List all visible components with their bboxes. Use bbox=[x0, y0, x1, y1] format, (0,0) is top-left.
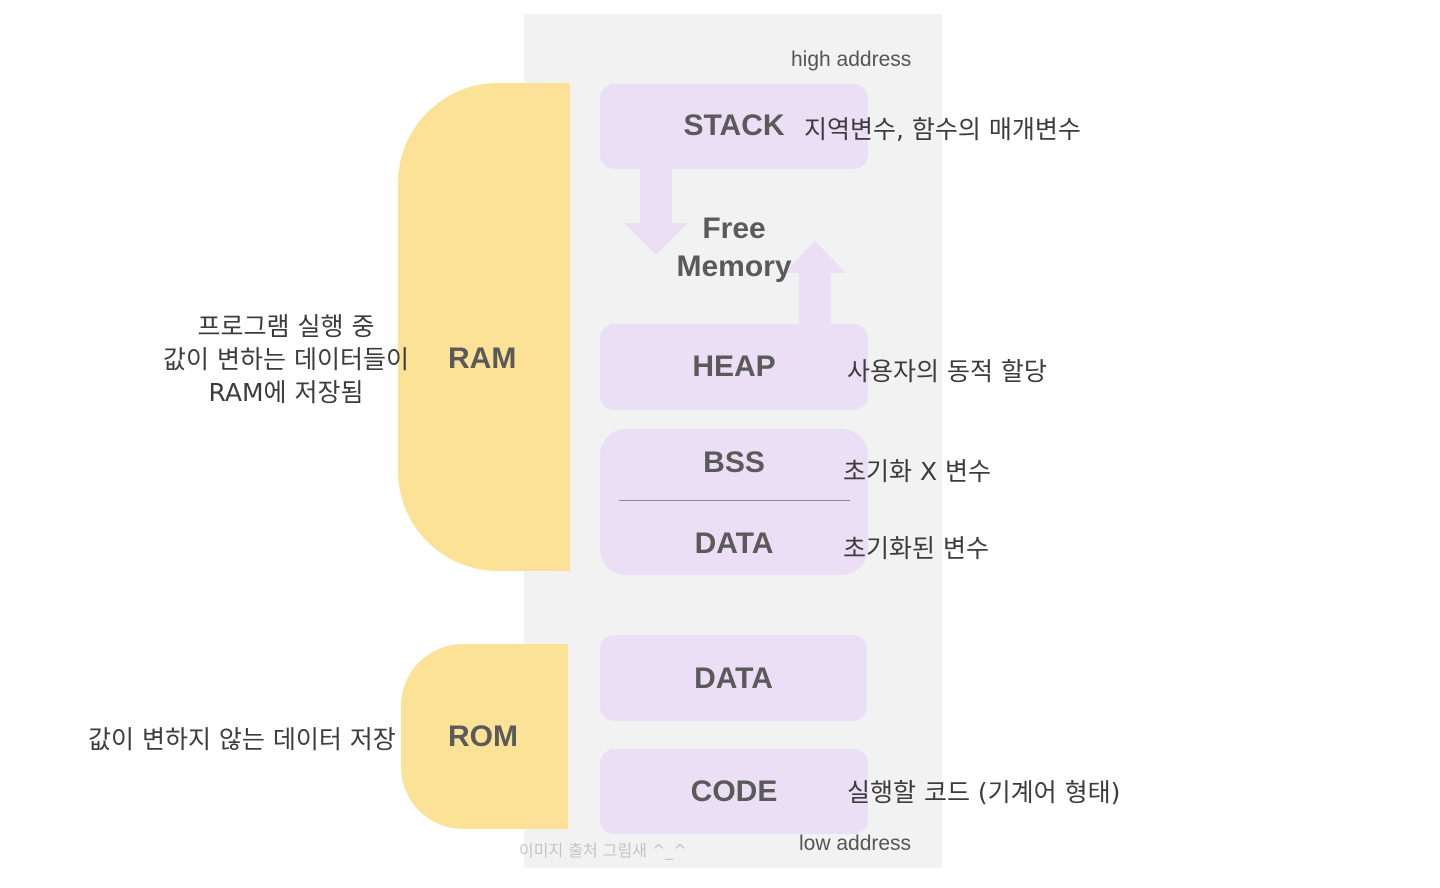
low-address-label: low address bbox=[799, 832, 912, 855]
ram-description-line-2: 값이 변하는 데이터들이 bbox=[163, 345, 409, 374]
ram-description: 프로그램 실행 중 값이 변하는 데이터들이 RAM에 저장됨 bbox=[136, 310, 436, 409]
ram-description-line-1: 프로그램 실행 중 bbox=[197, 312, 375, 341]
bss-data-divider bbox=[619, 500, 850, 501]
memory-layout-diagram: high address low address STACK 지역변수, 함수의… bbox=[0, 0, 1440, 888]
rom-description: 값이 변하지 않는 데이터 저장 bbox=[88, 725, 396, 754]
data-label: DATA bbox=[694, 527, 774, 560]
stack-description: 지역변수, 함수의 매개변수 bbox=[804, 115, 1081, 144]
rom-label: ROM bbox=[448, 720, 518, 753]
bss-label: BSS bbox=[703, 446, 765, 479]
bss-description: 초기화 X 변수 bbox=[843, 457, 992, 486]
ram-description-line-3: RAM에 저장됨 bbox=[208, 378, 364, 407]
rom-data-label: DATA bbox=[694, 662, 773, 695]
high-address-label: high address bbox=[791, 48, 912, 71]
free-memory-line-2: Memory bbox=[676, 250, 792, 283]
data-description: 초기화된 변수 bbox=[843, 534, 989, 563]
heap-description: 사용자의 동적 할당 bbox=[847, 357, 1047, 386]
code-label: CODE bbox=[690, 775, 778, 808]
image-credit: 이미지 출처 그림새 ^_^ bbox=[519, 841, 687, 860]
free-memory-label: Free Memory bbox=[640, 210, 828, 286]
ram-label: RAM bbox=[448, 342, 517, 375]
heap-label: HEAP bbox=[692, 350, 776, 383]
free-memory-line-1: Free bbox=[702, 212, 766, 245]
code-description: 실행할 코드 (기계어 형태) bbox=[847, 778, 1121, 807]
